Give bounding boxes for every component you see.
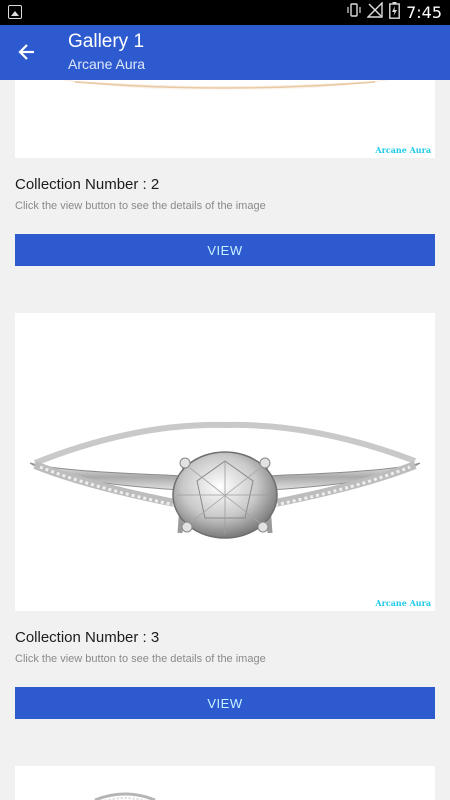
app-bar: Gallery 1 Arcane Aura bbox=[0, 25, 450, 80]
battery-icon bbox=[389, 1, 400, 24]
ring-image[interactable] bbox=[15, 766, 435, 800]
gallery-card bbox=[0, 752, 450, 800]
status-bar: 7:45 bbox=[0, 0, 450, 25]
watermark: Arcane Aura bbox=[375, 145, 431, 155]
ring-image-partial bbox=[94, 792, 156, 800]
collection-title: Collection Number : 2 bbox=[15, 176, 160, 193]
vibrate-icon bbox=[347, 3, 361, 22]
back-button[interactable] bbox=[10, 35, 44, 69]
gallery-card: Arcane Aura Collection Number : 3 Click … bbox=[0, 299, 450, 752]
page-title: Gallery 1 bbox=[68, 31, 145, 52]
gallery-notification-icon bbox=[8, 5, 22, 19]
status-time: 7:45 bbox=[406, 3, 442, 22]
ring-band-image bbox=[60, 80, 390, 91]
collection-description: Click the view button to see the details… bbox=[15, 200, 266, 212]
view-button[interactable]: VIEW bbox=[15, 234, 435, 266]
status-icons: 7:45 bbox=[347, 1, 442, 24]
gallery-list[interactable]: Arcane Aura Collection Number : 2 Click … bbox=[0, 80, 450, 800]
ring-image[interactable]: Arcane Aura bbox=[15, 313, 435, 611]
page-subtitle: Arcane Aura bbox=[68, 56, 146, 72]
arrow-back-icon bbox=[18, 44, 34, 60]
view-button[interactable]: VIEW bbox=[15, 687, 435, 719]
watermark: Arcane Aura bbox=[375, 598, 431, 608]
collection-description: Click the view button to see the details… bbox=[15, 653, 266, 665]
no-signal-icon bbox=[366, 1, 383, 23]
diamond-ring-image bbox=[29, 421, 421, 539]
ring-image[interactable]: Arcane Aura bbox=[15, 80, 435, 158]
collection-title: Collection Number : 3 bbox=[15, 629, 160, 646]
